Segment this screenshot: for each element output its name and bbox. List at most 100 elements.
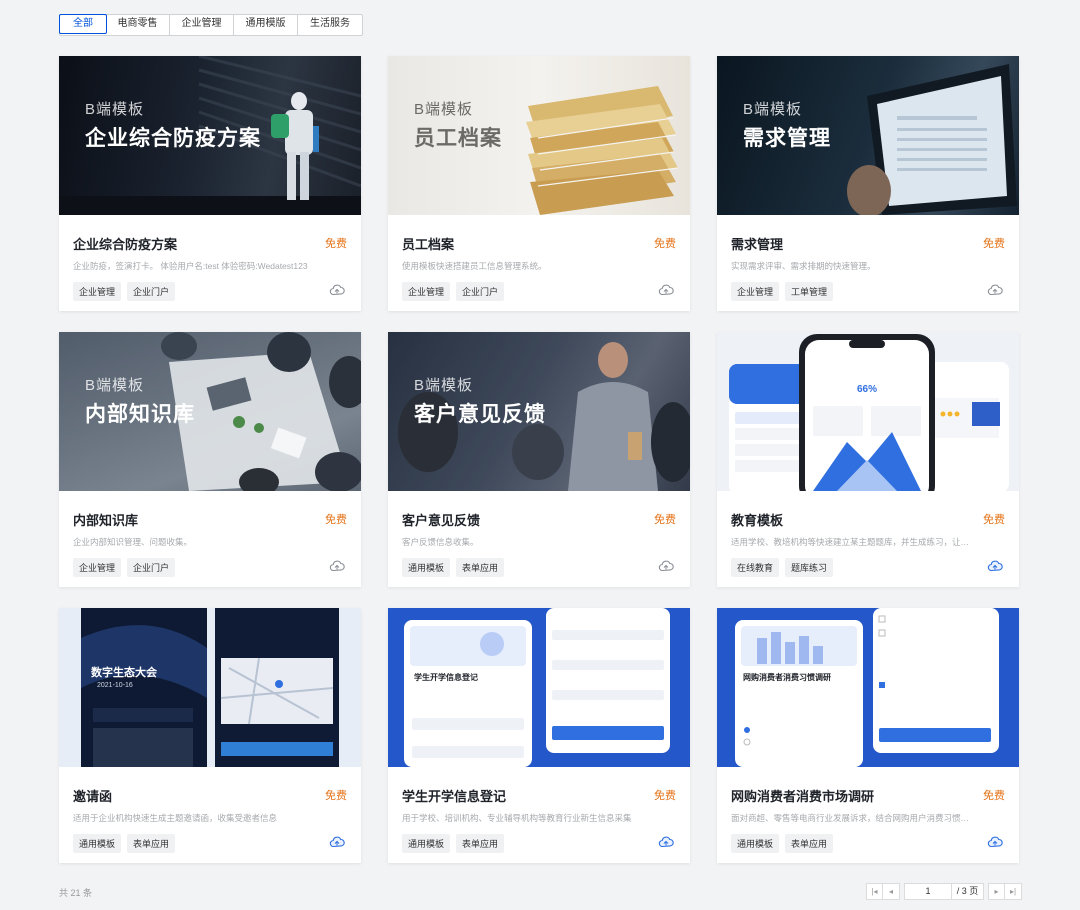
card-image: B端模板 客户意见反馈 [388, 332, 690, 491]
card-image: B端模板 企业综合防疫方案 [59, 56, 361, 215]
image-title: 需求管理 [743, 127, 831, 150]
card-description: 适用学校、教培机构等快速建立某主题题库，并生成练习，让学员快速... [731, 537, 971, 547]
template-grid: B端模板 企业综合防疫方案 企业综合防疫方案 免费 企业防疫，签演打卡。 体验用… [59, 56, 1020, 863]
card-image: B端模板 员工档案 [388, 56, 690, 215]
price-label: 免费 [325, 514, 347, 526]
template-card[interactable]: 网购消费者消费习惯调研 网购消费者消费市场调研 免费 面对商超、零售等电商行业发… [717, 608, 1019, 863]
card-description: 企业内部知识管理、问题收集。 [73, 537, 193, 547]
image-label: B端模板 [743, 101, 803, 118]
page-input[interactable]: 1 [904, 883, 952, 900]
cloud-upload-icon[interactable] [658, 834, 674, 850]
tag: 表单应用 [127, 834, 176, 853]
card-title: 员工档案 [402, 237, 455, 252]
card-description: 实现需求评审、需求排期的快速管理。 [731, 261, 876, 271]
card-title: 网购消费者消费市场调研 [731, 789, 875, 804]
next-page-button[interactable]: ▸ [988, 883, 1005, 900]
first-page-button[interactable]: |◂ [866, 883, 883, 900]
tag: 企业管理 [73, 282, 122, 301]
image-title: 内部知识库 [85, 403, 195, 426]
prev-page-button[interactable]: ◂ [883, 883, 900, 900]
tag: 通用模板 [402, 834, 451, 853]
tab-all[interactable]: 全部 [59, 14, 107, 34]
price-label: 免费 [325, 790, 347, 802]
form-title: 网购消费者消费习惯调研 [743, 673, 831, 682]
card-title: 需求管理 [731, 237, 784, 252]
card-image: B端模板 需求管理 [717, 56, 1019, 215]
template-card[interactable]: 66% 教育模板 免费 适用学校、教培机构等快速建立某主题题库，并生成练习，让学… [717, 332, 1019, 587]
tag: 在线教育 [731, 558, 780, 577]
card-description: 客户反馈信息收集。 [402, 537, 479, 547]
tag: 企业管理 [73, 558, 122, 577]
template-card[interactable]: B端模板 企业综合防疫方案 企业综合防疫方案 免费 企业防疫，签演打卡。 体验用… [59, 56, 361, 311]
price-label: 免费 [983, 238, 1005, 250]
tag: 企业门户 [127, 282, 176, 301]
tag: 通用模板 [731, 834, 780, 853]
cloud-icon[interactable] [987, 282, 1003, 298]
card-image: 66% [717, 332, 1019, 491]
page-total: / 3 页 [952, 883, 984, 900]
cloud-icon[interactable] [329, 558, 345, 574]
card-title: 邀请函 [73, 789, 113, 804]
template-card[interactable]: B端模板 员工档案 员工档案 免费 使用模板快速搭建员工信息管理系统。 企业管理… [388, 56, 690, 311]
tag: 工单管理 [785, 282, 834, 301]
tag: 企业门户 [127, 558, 176, 577]
template-card[interactable]: 数字生态大会 2021-10-16 邀请函 免费 适用于企业机构快速生成主题邀请… [59, 608, 361, 863]
image-title: 客户意见反馈 [414, 403, 546, 426]
phone-percent: 66% [857, 384, 877, 395]
tag: 表单应用 [456, 834, 505, 853]
cloud-icon[interactable] [329, 282, 345, 298]
cloud-upload-icon[interactable] [329, 834, 345, 850]
form-title: 学生开学信息登记 [414, 673, 478, 682]
cloud-upload-icon[interactable] [987, 558, 1003, 574]
tag: 题库练习 [785, 558, 834, 577]
total-count: 共 21 条 [59, 888, 93, 898]
card-title: 企业综合防疫方案 [73, 237, 178, 252]
card-description: 使用模板快速搭建员工信息管理系统。 [402, 261, 547, 271]
card-image: 数字生态大会 2021-10-16 [59, 608, 361, 767]
tab-general[interactable]: 通用模版 [234, 15, 298, 35]
price-label: 免费 [325, 238, 347, 250]
cloud-icon[interactable] [658, 558, 674, 574]
price-label: 免费 [983, 790, 1005, 802]
card-title: 内部知识库 [73, 513, 139, 528]
template-card[interactable]: B端模板 内部知识库 内部知识库 免费 企业内部知识管理、问题收集。 企业管理企… [59, 332, 361, 587]
tab-enterprise[interactable]: 企业管理 [170, 15, 234, 35]
tag: 通用模板 [73, 834, 122, 853]
card-description: 适用于企业机构快速生成主题邀请函，收集受邀者信息 [73, 813, 278, 823]
tag: 企业管理 [731, 282, 780, 301]
tab-ecommerce[interactable]: 电商零售 [106, 15, 170, 35]
invite-date: 2021-10-16 [97, 682, 133, 689]
card-title: 学生开学信息登记 [402, 789, 507, 804]
invite-title: 数字生态大会 [91, 667, 157, 679]
image-label: B端模板 [414, 377, 474, 394]
image-label: B端模板 [414, 101, 474, 118]
tag: 表单应用 [456, 558, 505, 577]
price-label: 免费 [654, 790, 676, 802]
card-image: B端模板 内部知识库 [59, 332, 361, 491]
tag: 通用模板 [402, 558, 451, 577]
cloud-icon[interactable] [658, 282, 674, 298]
card-image: 网购消费者消费习惯调研 [717, 608, 1019, 767]
cloud-upload-icon[interactable] [987, 834, 1003, 850]
price-label: 免费 [983, 514, 1005, 526]
card-title: 客户意见反馈 [402, 513, 481, 528]
image-label: B端模板 [85, 101, 145, 118]
price-label: 免费 [654, 514, 676, 526]
tag: 表单应用 [785, 834, 834, 853]
category-tabs: 全部 电商零售 企业管理 通用模版 生活服务 [59, 14, 363, 36]
last-page-button[interactable]: ▸| [1005, 883, 1022, 900]
tag: 企业门户 [456, 282, 505, 301]
card-title: 教育模板 [731, 513, 784, 528]
price-label: 免费 [654, 238, 676, 250]
image-label: B端模板 [85, 377, 145, 394]
template-card[interactable]: B端模板 需求管理 需求管理 免费 实现需求评审、需求排期的快速管理。 企业管理… [717, 56, 1019, 311]
card-description: 企业防疫，签演打卡。 体验用户名:test 体验密码:Wedatest123 [73, 261, 308, 271]
card-description: 面对商超、零售等电商行业发展诉求，结合网购用户消费习惯进行在线... [731, 813, 971, 823]
tab-life[interactable]: 生活服务 [298, 15, 362, 35]
tag: 企业管理 [402, 282, 451, 301]
template-card[interactable]: B端模板 客户意见反馈 客户意见反馈 免费 客户反馈信息收集。 通用模板 表单应用 [388, 332, 690, 587]
template-card[interactable]: 学生开学信息登记 学生开学信息登记 免费 用于学校、培训机构、专业辅导机构等教育… [388, 608, 690, 863]
card-description: 用于学校、培训机构、专业辅导机构等教育行业新生信息采集 [402, 813, 632, 823]
image-title: 员工档案 [414, 127, 502, 150]
card-image: 学生开学信息登记 [388, 608, 690, 767]
